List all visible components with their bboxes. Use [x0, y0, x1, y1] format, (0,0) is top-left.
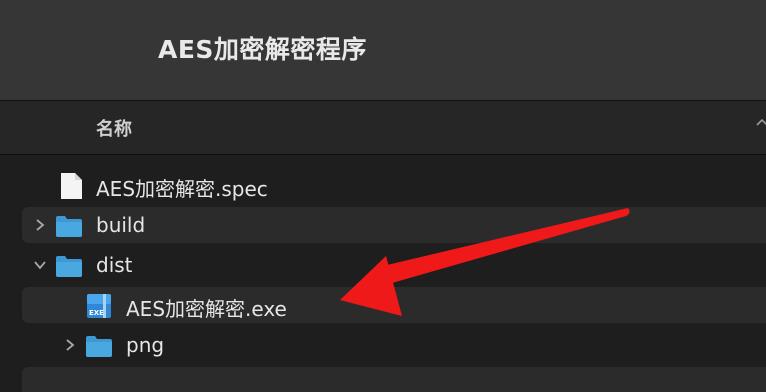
list-item-empty — [22, 367, 766, 392]
file-name: png — [126, 333, 165, 357]
finder-window: AES加密解密程序 名称 AES加密解密.spec build dist EXE… — [0, 0, 766, 392]
list-item[interactable]: build — [22, 207, 766, 243]
chevron-right-icon[interactable] — [62, 337, 78, 353]
exe-icon: EXE — [87, 294, 111, 318]
document-icon — [61, 173, 82, 199]
file-name: AES加密解密.exe — [126, 297, 287, 321]
chevron-down-icon[interactable] — [32, 257, 48, 273]
file-name: build — [96, 213, 146, 237]
column-header[interactable]: 名称 — [0, 101, 766, 155]
window-title: AES加密解密程序 — [158, 35, 367, 64]
file-name: dist — [96, 253, 133, 277]
list-item[interactable]: EXE AES加密解密.exe — [22, 287, 766, 323]
folder-icon — [86, 336, 112, 357]
list-item[interactable]: png — [22, 327, 766, 363]
file-list: AES加密解密.spec build dist EXE AES加密解密.exe … — [0, 155, 766, 392]
column-header-name[interactable]: 名称 — [96, 115, 132, 141]
window-titlebar: AES加密解密程序 — [0, 0, 766, 101]
file-name: AES加密解密.spec — [96, 177, 268, 201]
folder-icon — [56, 216, 82, 237]
sort-ascending-icon[interactable] — [754, 115, 766, 131]
exe-icon-label: EXE — [89, 309, 104, 317]
list-item[interactable]: dist — [22, 247, 766, 283]
list-item[interactable]: AES加密解密.spec — [22, 167, 766, 203]
folder-icon — [56, 256, 82, 277]
chevron-right-icon[interactable] — [32, 217, 48, 233]
